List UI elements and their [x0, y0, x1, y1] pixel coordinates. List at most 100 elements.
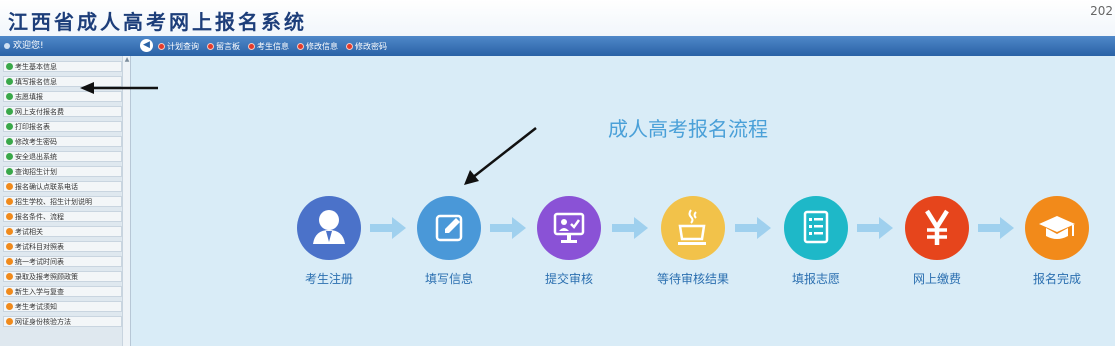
sidebar-menu: 考生基本信息 填写报名信息 志愿填报 网上支付报名费 打印报名表 修改考生密码 …: [0, 56, 131, 346]
flow-arrow-icon: [370, 217, 406, 239]
sidebar-item-label: 考生基本信息: [15, 62, 57, 71]
edit-icon: [435, 214, 463, 242]
sidebar-item-change-password[interactable]: 修改考生密码: [3, 136, 122, 147]
nav-item-label: 修改密码: [355, 41, 387, 51]
step-waiting-result[interactable]: [661, 196, 725, 260]
circle-icon: [6, 228, 13, 235]
sidebar-item-query-plan[interactable]: 查询招生计划: [3, 166, 122, 177]
circle-icon: [6, 183, 13, 190]
sidebar-item-label: 招生学校、招生计划说明: [15, 197, 92, 206]
sidebar-item-logout[interactable]: 安全退出系统: [3, 151, 122, 162]
step-register[interactable]: [297, 196, 361, 260]
nav-item-label: 计划查询: [167, 41, 199, 51]
top-nav-menu: 计划查询 留言板 考生信息 修改信息 修改密码: [158, 36, 387, 56]
welcome-area: 欢迎您!: [4, 36, 44, 56]
sidebar-item-label: 报名条件、流程: [15, 212, 64, 221]
step-online-payment-label: 网上缴费: [912, 272, 961, 286]
submit-review-icon: [553, 212, 585, 243]
circle-icon: [6, 273, 13, 280]
circle-icon: [6, 318, 13, 325]
nav-item-edit-info[interactable]: 修改信息: [297, 41, 338, 52]
nav-item-label: 考生信息: [257, 41, 289, 51]
sidebar-item-label: 填写报名信息: [15, 77, 57, 86]
red-dot-icon: [248, 42, 255, 50]
step-waiting-result-label: 等待审核结果: [656, 272, 729, 286]
circle-icon: [6, 198, 13, 205]
step-submit-review[interactable]: [537, 196, 601, 260]
step-fill-preferences[interactable]: [784, 196, 848, 260]
sidebar-item-label: 统一考试时间表: [15, 257, 64, 266]
step-fill-info-label: 填写信息: [424, 272, 473, 286]
sidebar-item-label: 考试科目对照表: [15, 242, 64, 251]
sidebar-item-label: 安全退出系统: [15, 152, 57, 161]
sidebar-item-exam-related[interactable]: 考试相关: [3, 226, 122, 237]
sidebar-item-label: 网上支付报名费: [15, 107, 64, 116]
circle-icon: [6, 138, 13, 145]
sidebar-item-contact-phone[interactable]: 报名确认点联系电话: [3, 181, 122, 192]
welcome-text: 欢迎您!: [13, 41, 44, 51]
circle-icon: [6, 303, 13, 310]
flow-arrow-icon: [978, 217, 1014, 239]
sidebar-item-online-payment[interactable]: 网上支付报名费: [3, 106, 122, 117]
circle-icon: [6, 63, 13, 70]
sidebar-item-label: 考试相关: [15, 227, 43, 236]
sidebar-item-school-plan[interactable]: 招生学校、招生计划说明: [3, 196, 122, 207]
circle-icon: [6, 153, 13, 160]
sidebar-item-subject-table[interactable]: 考试科目对照表: [3, 241, 122, 252]
sidebar-item-label: 志愿填报: [15, 92, 43, 101]
sidebar-item-conditions[interactable]: 报名条件、流程: [3, 211, 122, 222]
red-dot-icon: [158, 42, 165, 50]
flow-arrow-icon: [735, 217, 771, 239]
red-dot-icon: [346, 42, 353, 50]
step-complete[interactable]: [1025, 196, 1089, 260]
circle-icon: [6, 78, 13, 85]
user-icon: [313, 210, 345, 244]
step-online-payment[interactable]: [905, 196, 969, 260]
step-complete-label: 报名完成: [1032, 272, 1081, 286]
sidebar-item-exam-schedule[interactable]: 统一考试时间表: [3, 256, 122, 267]
annotation-arrow-icon: [464, 127, 537, 185]
sidebar-item-label: 报名确认点联系电话: [15, 182, 78, 191]
sidebar-item-label: 新生入学与复查: [15, 287, 64, 296]
sidebar-item-exam-notice[interactable]: 考生考试须知: [3, 301, 122, 312]
coffee-cup-icon: [678, 209, 706, 245]
circle-icon: [6, 108, 13, 115]
sidebar-item-print-form[interactable]: 打印报名表: [3, 121, 122, 132]
yen-icon: [925, 209, 949, 245]
annotation-arrow-icon: [80, 82, 158, 94]
checklist-icon: [803, 210, 829, 244]
nav-item-plan-query[interactable]: 计划查询: [158, 41, 199, 52]
page-header: 江西省成人高考网上报名系统 202: [0, 0, 1115, 36]
circle-icon: [6, 168, 13, 175]
step-submit-review-label: 提交审核: [544, 272, 593, 286]
sidebar-item-admission-policy[interactable]: 录取及报考照顾政策: [3, 271, 122, 282]
red-dot-icon: [297, 42, 304, 50]
nav-item-label: 修改信息: [306, 41, 338, 51]
sidebar-item-id-verification[interactable]: 网证身份核验方法: [3, 316, 122, 327]
step-fill-preferences-label: 填报志愿: [791, 272, 840, 286]
flow-arrow-icon: [490, 217, 526, 239]
step-register-label: 考生注册: [304, 272, 353, 286]
graduation-cap-icon: [1039, 216, 1075, 239]
sidebar-item-enrollment[interactable]: 新生入学与复查: [3, 286, 122, 297]
step-fill-info[interactable]: [417, 196, 481, 260]
user-icon: [4, 43, 10, 49]
nav-item-change-password[interactable]: 修改密码: [346, 41, 387, 52]
site-title: 江西省成人高考网上报名系统: [8, 10, 307, 34]
circle-icon: [6, 243, 13, 250]
sidebar-item-label: 录取及报考照顾政策: [15, 272, 78, 281]
circle-icon: [6, 93, 13, 100]
red-dot-icon: [207, 42, 214, 50]
flow-arrow-icon: [857, 217, 893, 239]
sidebar-item-label: 修改考生密码: [15, 137, 57, 146]
sidebar-scrollbar[interactable]: [122, 56, 130, 346]
nav-item-candidate-info[interactable]: 考生信息: [248, 41, 289, 52]
flow-title: 成人高考报名流程: [608, 117, 768, 141]
nav-item-message-board[interactable]: 留言板: [207, 41, 240, 52]
top-navbar: 欢迎您! ◀ 计划查询 留言板 考生信息 修改信息 修改密码: [0, 36, 1115, 56]
sidebar-item-label: 查询招生计划: [15, 167, 57, 176]
sidebar-item-label: 考生考试须知: [15, 302, 57, 311]
circle-arrow-left-icon[interactable]: ◀: [140, 39, 153, 52]
sidebar-item-basic-info[interactable]: 考生基本信息: [3, 61, 122, 72]
nav-item-label: 留言板: [216, 41, 240, 51]
